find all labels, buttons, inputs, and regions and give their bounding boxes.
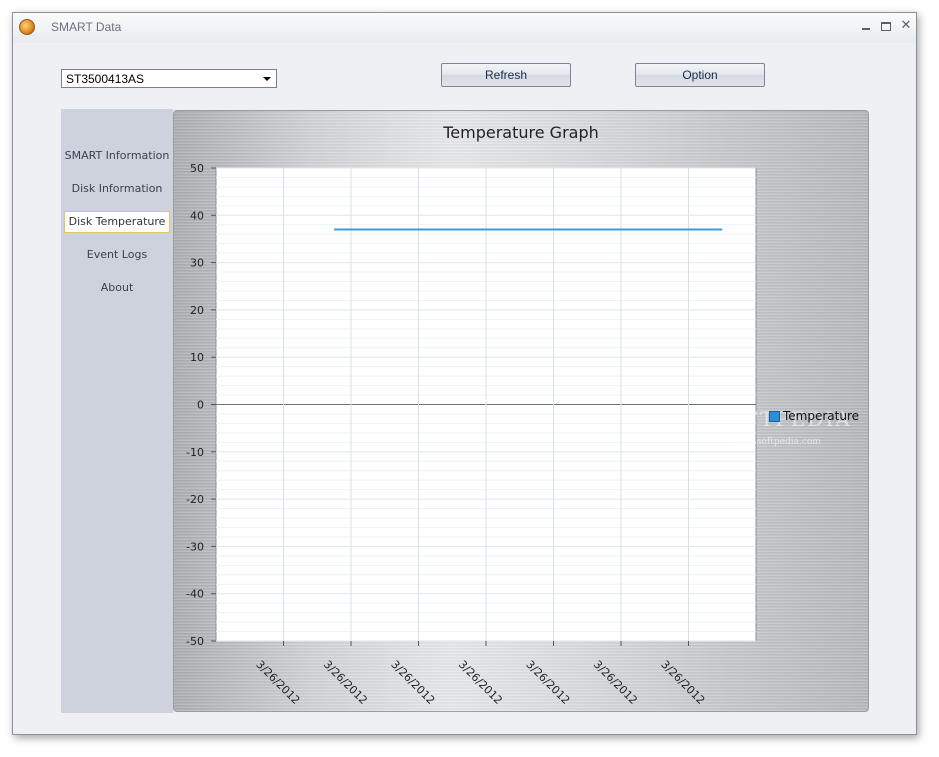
- y-tick-label: -10: [186, 446, 204, 459]
- y-tick-label: 20: [190, 304, 204, 317]
- window-title: SMART Data: [51, 20, 122, 34]
- legend-label: Temperature: [783, 409, 860, 423]
- y-tick-label: 40: [190, 209, 204, 222]
- x-tick-label: 3/26/2012: [253, 658, 302, 707]
- legend-swatch: [769, 411, 780, 422]
- close-icon[interactable]: ✕: [897, 18, 915, 34]
- chart-legend: Temperature: [769, 409, 859, 423]
- sidebar: SMART Information Disk Information Disk …: [61, 109, 173, 713]
- maximize-icon[interactable]: [877, 18, 895, 34]
- refresh-button[interactable]: Refresh: [441, 63, 571, 87]
- y-tick-label: 50: [190, 162, 204, 175]
- watermark-subtext: www.softpedia.com: [732, 437, 821, 447]
- y-tick-label: -20: [186, 493, 204, 506]
- y-tick-label: -30: [186, 540, 204, 553]
- y-tick-label: 10: [190, 351, 204, 364]
- chevron-down-icon[interactable]: [263, 77, 271, 81]
- y-tick-label: -50: [186, 635, 204, 648]
- x-tick-label: 3/26/2012: [523, 658, 572, 707]
- sidebar-item-event-logs[interactable]: Event Logs: [61, 244, 173, 266]
- x-tick-label: 3/26/2012: [388, 658, 437, 707]
- x-tick-label: 3/26/2012: [321, 658, 370, 707]
- sidebar-item-disk-information[interactable]: Disk Information: [61, 178, 173, 200]
- x-tick-label: 3/26/2012: [591, 658, 640, 707]
- drive-select-value: ST3500413AS: [66, 72, 145, 86]
- app-window: SMART Data ✕ ST3500413AS Refresh Option …: [12, 12, 917, 735]
- sidebar-item-smart-information[interactable]: SMART Information: [61, 145, 173, 167]
- y-tick-label: -40: [186, 588, 204, 601]
- y-tick-label: 30: [190, 257, 204, 270]
- temperature-graph-panel: Temperature Graph 50 40 30 20 10 0 -10 -20 -30 -4…: [173, 110, 869, 712]
- x-tick-label: 3/26/2012: [658, 658, 707, 707]
- sidebar-item-about[interactable]: About: [61, 277, 173, 299]
- y-tick-label: 0: [197, 399, 204, 412]
- minimize-icon[interactable]: [857, 18, 875, 34]
- app-icon: [19, 19, 35, 35]
- title-bar[interactable]: SMART Data ✕: [13, 13, 916, 43]
- sidebar-item-disk-temperature[interactable]: Disk Temperature: [64, 211, 170, 233]
- x-tick-label: 3/26/2012: [456, 658, 505, 707]
- option-button[interactable]: Option: [635, 63, 765, 87]
- drive-select[interactable]: ST3500413AS: [61, 69, 277, 88]
